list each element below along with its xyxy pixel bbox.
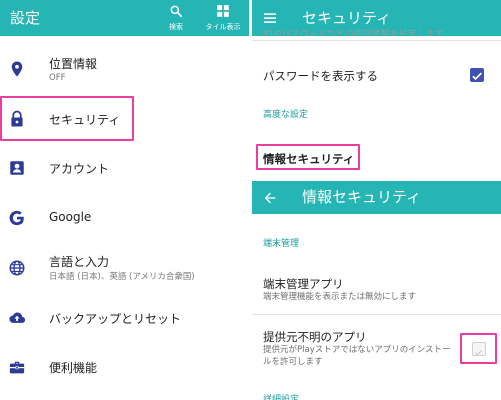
menu-item-language[interactable]: 言語と入力 日本語 (日本)、英語 (アメリカ合衆国) [0,243,249,292]
search-button[interactable]: 検索 [158,0,194,36]
show-password-label: パスワードを表示する [263,69,378,83]
security-highlight-box [0,96,134,141]
unknown-sources-description: 提供元がPlayストアではないアプリのインストールを許可します [263,345,451,367]
divider [252,314,501,315]
search-icon [158,0,194,23]
menu-item-status: 日本語 (日本)、英語 (アメリカ合衆国) [49,272,195,282]
info-security-highlight-box [256,144,360,170]
menu-item-label: バックアップとリセット [49,312,182,326]
menu-item-convenience[interactable]: 便利機能 [0,342,249,391]
menu-item-account[interactable]: アカウント [0,143,249,192]
credentials-description: IDやパスワードなどの認証情報を設定します [263,30,444,35]
toolbox-icon [8,358,26,376]
hamburger-menu-icon[interactable] [262,10,278,26]
menu-item-label: 便利機能 [49,361,98,375]
security-panel: セキュリティ IDやパスワードなどの認証情報を設定します パスワードを表示する … [252,0,501,400]
account-icon [8,159,26,177]
unknown-sources-label: 提供元不明のアプリ [263,330,367,344]
grid-icon [200,0,246,23]
device-admin-apps-row[interactable]: 端末管理アプリ 端末管理機能を表示または無効にします [252,270,501,310]
settings-app-bar: 設定 検索 タイル表示 [0,0,249,36]
menu-item-google[interactable]: Google [0,193,249,242]
menu-item-backup-reset[interactable]: バックアップとリセット [0,292,249,341]
tile-view-button[interactable]: タイル表示 [200,0,246,36]
device-admin-apps-description: 端末管理機能を表示または無効にします [263,292,417,302]
back-arrow-icon[interactable] [262,190,278,206]
device-admin-apps-label: 端末管理アプリ [263,277,344,291]
menu-item-status: OFF [49,73,66,83]
menu-item-label: 言語と入力 [49,255,110,269]
advanced-settings-header: 高度な設定 [263,110,309,120]
device-admin-header: 端末管理 [263,239,300,249]
menu-item-label: アカウント [49,162,110,176]
tile-view-label: タイル表示 [205,23,241,31]
settings-panel: 設定 検索 タイル表示 位置情報 OFF セキュリティ アカウント Google… [0,0,249,400]
menu-item-label: Google [49,210,92,224]
location-pin-icon [8,60,26,78]
show-password-checkbox[interactable] [470,68,484,82]
unknown-sources-highlight-box [460,333,497,364]
menu-item-label: 位置情報 [49,57,98,71]
info-security-title: 情報セキュリティ [302,188,422,206]
search-label: 検索 [169,23,183,31]
page-title: 設定 [10,9,41,27]
menu-item-location[interactable]: 位置情報 OFF [0,45,249,94]
cloud-upload-icon [8,309,26,327]
globe-icon [8,259,26,277]
info-security-app-bar: 情報セキュリティ [252,181,501,214]
detail-settings-header: 詳細設定 [263,395,300,400]
divider [252,40,501,41]
show-password-row[interactable]: パスワードを表示する [252,55,501,97]
google-g-icon [8,209,26,227]
